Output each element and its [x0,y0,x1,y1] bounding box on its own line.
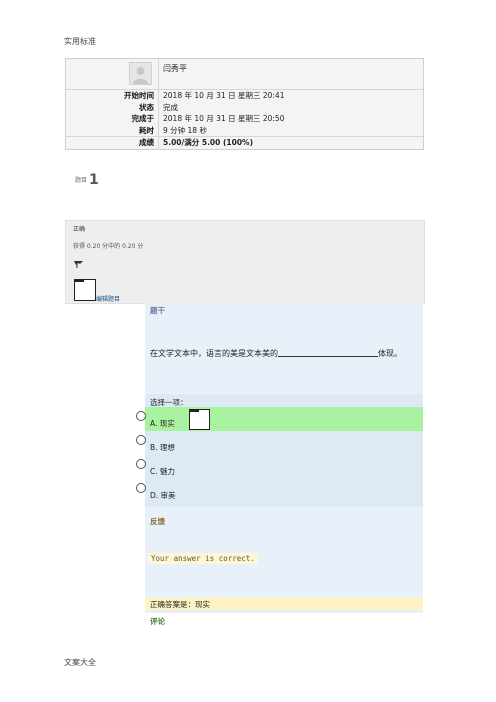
radio-button[interactable] [136,459,146,469]
answer-blank [278,347,378,357]
question-prefix: 题目 [75,177,88,184]
summary-label: 开始时间 [124,91,154,100]
edit-icon[interactable] [74,279,96,301]
user-icon [133,67,148,84]
page-footer: 文案大全 [64,658,96,667]
flag-icon[interactable] [74,260,83,270]
option-a[interactable]: A. 现实 [136,407,423,431]
summary-label: 完成于 [131,114,155,123]
option-label: B. 理想 [150,443,175,452]
stem-label: 题干 [150,306,165,315]
edit-question-link[interactable]: 编辑题目 [96,294,120,303]
grade-value: 5.00/满分 5.00 (100%) [158,137,423,149]
summary-value: 2018 年 10 月 31 日 星期三 20:50 [158,113,423,125]
feedback-text: Your answer is correct. [148,553,258,564]
summary-value: 完成 [158,101,423,113]
summary-label: 耗时 [139,125,154,135]
question-number: 题目 1 [75,172,99,188]
grade-row: 成绩 5.00/满分 5.00 (100%) [66,136,423,149]
summary-row: 完成于 2018 年 10 月 31 日 星期三 20:50 [66,113,423,125]
option-label: D. 审美 [150,491,176,500]
question-mark: 获得 0.20 分中的 0.20 分 [73,243,144,250]
option-c[interactable]: C. 魅力 [136,455,423,479]
correct-mark-icon [189,409,210,430]
right-answer: 正确答案是：现实 [145,598,423,610]
user-name[interactable]: 闫秀平 [158,59,423,89]
question-number-value: 1 [89,172,99,188]
summary-row: 开始时间 2018 年 10 月 31 日 星期三 20:41 [66,90,423,102]
quiz-summary-table: 闫秀平 开始时间 2018 年 10 月 31 日 星期三 20:41 状态 完… [65,58,424,150]
option-label: A. 现实 [150,419,175,428]
option-label: C. 魅力 [150,467,176,476]
feedback-label: 反馈 [150,517,165,526]
grade-label: 成绩 [139,138,154,147]
summary-label: 状态 [139,102,154,112]
question-formulation: 题干 在文学文本中，语言的美是文本美的 体现。 选择一项： A. 现实 B. 理想… [136,302,423,613]
radio-button[interactable] [136,435,146,445]
right-answer-text: 正确答案是：现实 [150,600,210,609]
radio-button[interactable] [136,411,146,421]
question-info-box: 正确 获得 0.20 分中的 0.20 分 编辑题目 [65,220,425,304]
comment-label: 评论 [150,617,165,626]
answer-area: 选择一项： A. 现实 B. 理想 C. 魅力 D. 审美 [136,394,423,507]
question-status: 正确 [73,226,86,233]
option-b[interactable]: B. 理想 [136,431,423,455]
question-text: 在文学文本中，语言的美是文本美的 体现。 [150,347,402,358]
option-d[interactable]: D. 审美 [136,479,423,503]
summary-value: 9 分钟 18 秒 [158,124,423,136]
summary-row: 状态 完成 [66,101,423,113]
summary-row: 耗时 9 分钟 18 秒 [66,124,423,136]
avatar[interactable] [129,62,152,85]
summary-value: 2018 年 10 月 31 日 星期三 20:41 [158,90,423,102]
user-row: 闫秀平 [66,59,423,90]
radio-button[interactable] [136,483,146,493]
page-header: 实用标准 [64,37,96,46]
